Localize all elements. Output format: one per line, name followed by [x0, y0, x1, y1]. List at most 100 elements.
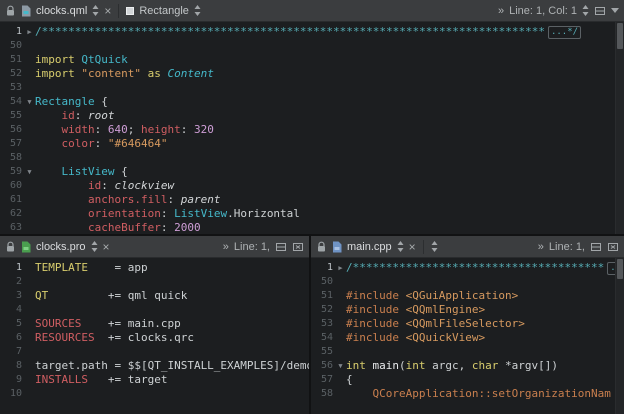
code-line[interactable]: 59▼ ListView {: [0, 165, 624, 179]
line-text[interactable]: [35, 39, 624, 53]
line-text[interactable]: [346, 275, 624, 289]
code-line[interactable]: 60 id: clockview: [0, 179, 624, 193]
line-text[interactable]: RESOURCES += clocks.qrc: [35, 331, 309, 345]
document-switcher-arrows-icon[interactable]: [92, 5, 99, 16]
qml-editor-area[interactable]: 1▶/*************************************…: [0, 22, 624, 234]
line-text[interactable]: ListView {: [35, 165, 624, 179]
close-document-button[interactable]: ×: [103, 241, 110, 253]
line-text[interactable]: import QtQuick: [35, 53, 624, 67]
line-text[interactable]: [35, 387, 309, 401]
fold-marker-icon[interactable]: ▼: [335, 359, 346, 373]
code-line[interactable]: 50: [311, 275, 624, 289]
code-line[interactable]: 52import "content" as Content: [0, 67, 624, 81]
code-line[interactable]: 1▶/*************************************…: [311, 261, 624, 275]
line-text[interactable]: [35, 275, 309, 289]
line-text[interactable]: target.path = $$[QT_INSTALL_EXAMPLES]/de…: [35, 359, 309, 373]
lock-icon[interactable]: [5, 241, 16, 253]
collapsed-fold-badge[interactable]: ...*/: [548, 26, 581, 39]
code-line[interactable]: 55: [311, 345, 624, 359]
split-button[interactable]: [275, 241, 287, 253]
line-text[interactable]: width: 640; height: 320: [35, 123, 624, 137]
symbol-selector[interactable]: Rectangle: [139, 5, 189, 17]
code-line[interactable]: 4: [0, 303, 309, 317]
code-line[interactable]: 50: [0, 39, 624, 53]
code-line[interactable]: 52#include <QQmlEngine>: [311, 303, 624, 317]
scrollbar-thumb[interactable]: [617, 23, 623, 49]
line-text[interactable]: #include <QQmlFileSelector>: [346, 317, 624, 331]
fold-marker-icon[interactable]: ▶: [335, 261, 346, 275]
overflow-chevron-icon[interactable]: »: [223, 241, 229, 253]
code-line[interactable]: 10: [0, 387, 309, 401]
close-document-button[interactable]: ×: [409, 241, 416, 253]
document-switcher-arrows-icon[interactable]: [91, 241, 98, 252]
code-line[interactable]: 56▼int main(int argc, char *argv[]): [311, 359, 624, 373]
line-text[interactable]: [35, 151, 624, 165]
line-text[interactable]: {: [346, 373, 624, 387]
cpp-editor-scrollbar[interactable]: [615, 258, 624, 414]
code-line[interactable]: 53: [0, 81, 624, 95]
qml-editor-scrollbar[interactable]: [615, 22, 624, 234]
code-line[interactable]: 58 QCoreApplication::setOrganizationNam: [311, 387, 624, 401]
code-line[interactable]: 61 anchors.fill: parent: [0, 193, 624, 207]
code-line[interactable]: 63 cacheBuffer: 2000: [0, 221, 624, 234]
line-text[interactable]: INSTALLS += target: [35, 373, 309, 387]
code-line[interactable]: 9INSTALLS += target: [0, 373, 309, 387]
line-text[interactable]: color: "#646464": [35, 137, 624, 151]
overflow-chevron-icon[interactable]: »: [538, 241, 544, 253]
code-line[interactable]: 56 width: 640; height: 320: [0, 123, 624, 137]
split-button[interactable]: [590, 241, 602, 253]
line-text[interactable]: [35, 303, 309, 317]
line-text[interactable]: #include <QQuickView>: [346, 331, 624, 345]
fold-marker-icon[interactable]: ▼: [24, 95, 35, 109]
document-name[interactable]: clocks.qml: [36, 5, 87, 17]
close-split-button[interactable]: [607, 241, 619, 253]
document-name[interactable]: clocks.pro: [36, 241, 86, 253]
line-text[interactable]: QCoreApplication::setOrganizationNam: [346, 387, 624, 401]
code-line[interactable]: 55 id: root: [0, 109, 624, 123]
code-line[interactable]: 6RESOURCES += clocks.qrc: [0, 331, 309, 345]
line-text[interactable]: Rectangle {: [35, 95, 624, 109]
split-button[interactable]: [594, 5, 606, 17]
code-line[interactable]: 57{: [311, 373, 624, 387]
lock-icon[interactable]: [316, 241, 327, 253]
line-text[interactable]: anchors.fill: parent: [35, 193, 624, 207]
line-text[interactable]: cacheBuffer: 2000: [35, 221, 624, 234]
document-switcher-arrows-icon[interactable]: [397, 241, 404, 252]
symbol-arrows-icon[interactable]: [431, 241, 438, 252]
code-line[interactable]: 2: [0, 275, 309, 289]
lock-icon[interactable]: [5, 5, 16, 17]
editor-switch-arrows-icon[interactable]: [582, 5, 589, 16]
line-text[interactable]: orientation: ListView.Horizontal: [35, 207, 624, 221]
line-text[interactable]: /**************************************.…: [346, 261, 624, 275]
code-line[interactable]: 54#include <QQuickView>: [311, 331, 624, 345]
line-text[interactable]: TEMPLATE = app: [35, 261, 309, 275]
document-name[interactable]: main.cpp: [347, 241, 392, 253]
line-text[interactable]: [35, 81, 624, 95]
code-line[interactable]: 1TEMPLATE = app: [0, 261, 309, 275]
line-text[interactable]: SOURCES += main.cpp: [35, 317, 309, 331]
symbol-arrows-icon[interactable]: [194, 5, 201, 16]
fold-marker-icon[interactable]: ▶: [24, 25, 35, 39]
line-text[interactable]: #include <QGuiApplication>: [346, 289, 624, 303]
code-line[interactable]: 5SOURCES += main.cpp: [0, 317, 309, 331]
code-line[interactable]: 57 color: "#646464": [0, 137, 624, 151]
code-line[interactable]: 1▶/*************************************…: [0, 25, 624, 39]
line-text[interactable]: int main(int argc, char *argv[]): [346, 359, 624, 373]
line-text[interactable]: #include <QQmlEngine>: [346, 303, 624, 317]
line-text[interactable]: QT += qml quick: [35, 289, 309, 303]
split-menu-dropdown-icon[interactable]: [611, 8, 619, 13]
code-line[interactable]: 7: [0, 345, 309, 359]
line-text[interactable]: /***************************************…: [35, 25, 624, 39]
close-document-button[interactable]: ×: [104, 5, 111, 17]
code-line[interactable]: 8target.path = $$[QT_INSTALL_EXAMPLES]/d…: [0, 359, 309, 373]
scrollbar-thumb[interactable]: [617, 259, 623, 279]
fold-marker-icon[interactable]: ▼: [24, 165, 35, 179]
code-line[interactable]: 54▼Rectangle {: [0, 95, 624, 109]
line-text[interactable]: id: clockview: [35, 179, 624, 193]
overflow-chevron-icon[interactable]: »: [498, 5, 504, 17]
code-line[interactable]: 51#include <QGuiApplication>: [311, 289, 624, 303]
line-text[interactable]: [35, 345, 309, 359]
code-line[interactable]: 58: [0, 151, 624, 165]
line-text[interactable]: id: root: [35, 109, 624, 123]
close-split-button[interactable]: [292, 241, 304, 253]
